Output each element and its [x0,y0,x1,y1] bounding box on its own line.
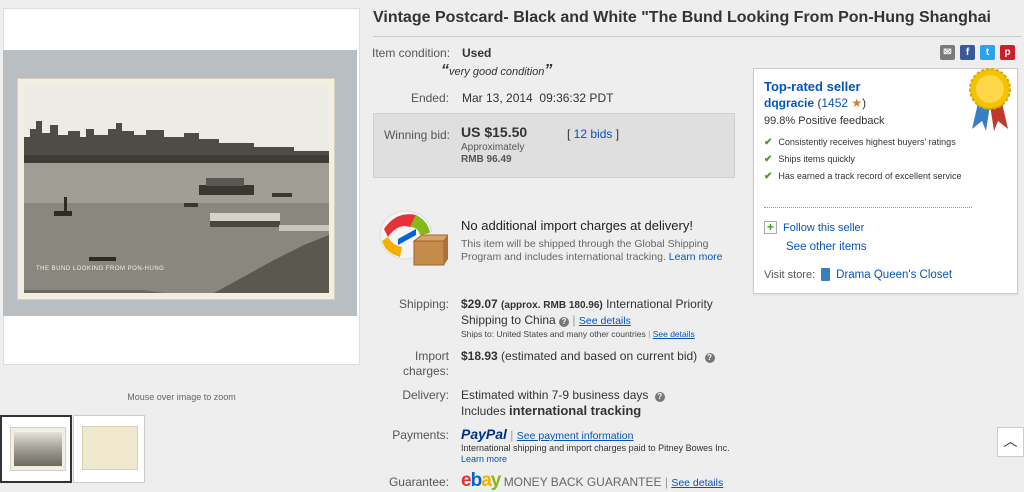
ebay-logo: ebay [461,470,501,491]
winning-bid-panel: Winning bid: US $15.50 [ 12 bids ] Appro… [373,113,735,178]
postcard: THE BUND LOOKING FROM PON-HUNG [17,78,335,300]
see-payment-information[interactable]: See payment information [517,430,634,442]
payments-note: International shipping and import charge… [461,443,730,464]
top-rated-seller-title: Top-rated seller [764,79,861,94]
help-icon[interactable]: ? [704,353,715,363]
store-name-link[interactable]: Drama Queen's Closet [836,269,952,281]
thumbnail-2-image [82,426,138,470]
facebook-icon[interactable]: f [960,45,975,60]
condition-note: “very good condition” [441,62,553,79]
visit-store-label: Visit store: [764,268,816,281]
shipping-see-details[interactable]: See details [579,315,631,327]
back-to-top-button[interactable]: ︿ [997,427,1024,457]
see-other-items-link[interactable]: See other items [786,241,867,253]
seller-divider [764,207,972,208]
seller-feature: ✔ Has earned a track record of excellent … [764,171,962,182]
seller-feature: ✔ Ships items quickly [764,154,855,165]
import-promo-body: This item will be shipped through the Gl… [461,238,723,263]
help-icon[interactable]: ? [559,317,570,327]
money-back-guarantee: ebay MONEY BACK GUARANTEE | See details [461,470,724,491]
seller-username-row: dqgracie (1452 ★) [764,96,867,110]
check-icon: ✔ [764,137,773,148]
payments-methods: PayPal | See payment information [461,426,634,442]
global-shipping-icon [376,207,449,269]
positive-feedback: 99.8% Positive feedback [764,115,885,127]
title-divider [373,36,1021,37]
delivery-estimate: Estimated within 7-9 business days ? [461,388,665,402]
star-icon: ★ [848,96,863,110]
twitter-icon[interactable]: t [980,45,995,60]
ships-to: Ships to: United States and many other c… [461,329,695,339]
guarantee-label: Guarantee: [388,475,449,489]
import-promo-heading: No additional import charges at delivery… [461,218,693,233]
thumbnail-1-image [10,427,66,471]
follow-seller-link[interactable]: Follow this seller [783,222,864,234]
pinterest-icon[interactable]: p [1000,45,1015,60]
item-title: Vintage Postcard- Black and White "The B… [373,9,991,26]
seller-feature: ✔ Consistently receives highest buyers' r… [764,137,956,148]
shipping-approx: (approx. RMB 180.96) [501,300,603,311]
chevron-up-icon: ︿ [1003,433,1018,449]
thumbnail-2[interactable] [73,415,145,483]
shipping-label: Shipping: [398,297,449,311]
seller-info-panel: Top-rated seller dqgracie (1452 ★) 99.8%… [753,68,1018,294]
bids-count-link[interactable]: 12 bids [574,127,613,141]
payments-label: Payments: [392,428,449,442]
shipping-details: $29.07 (approx. RMB 180.96) Internationa… [461,297,713,327]
shipping-price: $29.07 [461,297,498,311]
import-charges-value: $18.93 (estimated and based on current b… [461,349,715,363]
approx-value: RMB 96.49 [461,154,512,165]
condition-label: Item condition: [372,46,451,60]
bids-link[interactable]: [ 12 bids ] [567,127,619,141]
check-icon: ✔ [764,154,773,165]
help-icon[interactable]: ? [654,392,665,402]
zoom-hint: Mouse over image to zoom [127,392,236,402]
import-promo-learn-more[interactable]: Learn more [669,251,723,263]
winning-bid-value: US $15.50 [461,124,528,140]
condition-value: Used [462,46,492,60]
paypal-logo: PayPal [461,426,507,442]
email-icon[interactable]: ✉ [940,45,955,60]
seller-feedback-score[interactable]: 1452 [821,96,848,110]
main-item-photo[interactable]: THE BUND LOOKING FROM PON-HUNG [3,50,357,316]
ended-value: Mar 13, 2014 09:36:32 PDT [462,91,614,105]
postcard-photo: THE BUND LOOKING FROM PON-HUNG [24,85,329,293]
delivery-tracking: Includes international tracking [461,403,642,418]
seller-features-list: ✔ Consistently receives highest buyers' r… [764,137,974,182]
bund-scene-graphic [24,85,329,293]
thumbnail-1[interactable] [0,415,72,483]
ended-label: Ended: [410,91,449,105]
follow-seller-row[interactable]: + Follow this seller [764,221,864,234]
delivery-label: Delivery: [402,388,449,402]
guarantee-see-details[interactable]: See details [671,477,723,489]
seller-username[interactable]: dqgracie [764,96,814,110]
import-charges-label: Import charges: [402,349,449,378]
ships-to-see-details[interactable]: See details [653,329,695,339]
postcard-caption: THE BUND LOOKING FROM PON-HUNG [36,266,165,272]
store-icon [821,268,831,281]
check-icon: ✔ [764,171,773,182]
approx-label: Approximately [461,142,525,153]
top-rated-medal-icon [964,65,1016,133]
plus-icon[interactable]: + [764,221,777,234]
payments-learn-more[interactable]: Learn more [461,454,507,464]
winning-bid-label: Winning bid: [383,128,450,142]
visit-store-row: Visit store: Drama Queen's Closet [764,268,952,281]
